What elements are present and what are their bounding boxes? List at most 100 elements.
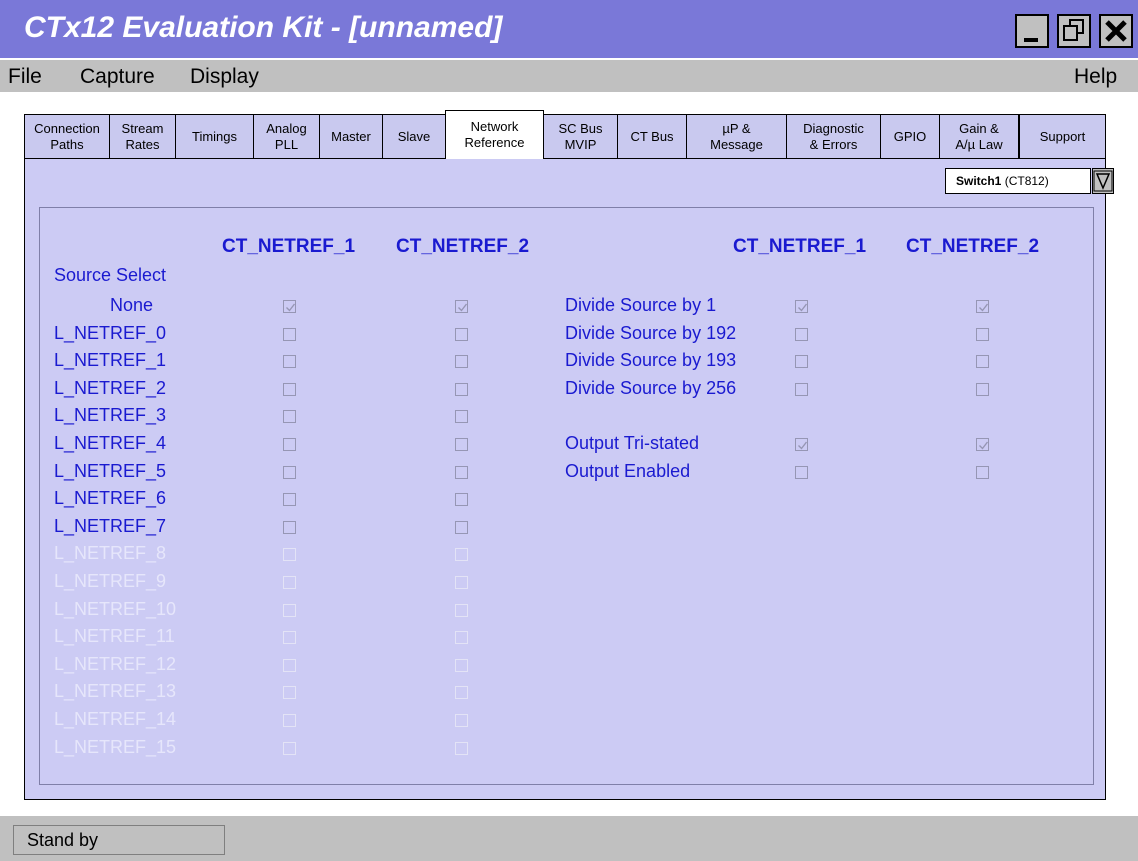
status-bar: Stand by <box>0 816 1138 861</box>
source-ct-netref-1-checkbox[interactable] <box>283 355 296 369</box>
source-ct-netref-2-checkbox[interactable] <box>455 355 468 369</box>
output-ct-netref-2-checkbox[interactable] <box>976 438 989 451</box>
output-label: Output Tri-stated <box>565 433 700 453</box>
device-model: (CT812) <box>1004 174 1049 188</box>
source-label: L_NETREF_1 <box>54 350 167 371</box>
source-label: L_NETREF_11 <box>54 626 175 647</box>
source-ct-netref-1-checkbox <box>283 658 296 672</box>
tab-13[interactable]: Support <box>1019 114 1106 158</box>
title-bar: CTx12 Evaluation Kit - [unnamed] <box>0 0 1138 58</box>
source-label: L_NETREF_14 <box>54 709 177 729</box>
col-head-left-ct-netref-2: CT_NETREF_2 <box>396 236 530 257</box>
check-icon <box>798 303 808 312</box>
source-ct-netref-1-checkbox[interactable] <box>283 382 296 396</box>
tab-9[interactable]: µP & Message <box>686 114 787 158</box>
menu-capture[interactable]: Capture <box>80 65 155 89</box>
source-ct-netref-2-checkbox <box>455 576 468 589</box>
divide-ct-netref-1-checkbox[interactable] <box>795 382 808 396</box>
source-label: L_NETREF_15 <box>54 736 177 757</box>
source-ct-netref-2-checkbox[interactable] <box>455 465 468 479</box>
col-head-right-ct-netref-1: CT_NETREF_1 <box>733 236 867 257</box>
output-ct-netref-2-checkbox[interactable] <box>976 465 989 479</box>
source-ct-netref-2-checkbox <box>455 741 468 755</box>
source-ct-netref-2-checkbox[interactable] <box>455 520 468 534</box>
source-label: L_NETREF_2 <box>54 377 167 398</box>
close-button[interactable] <box>1099 14 1133 48</box>
output-label: Output Enabled <box>565 460 691 481</box>
source-ct-netref-2-checkbox <box>455 631 468 645</box>
tab-11[interactable]: GPIO <box>880 114 940 158</box>
source-label: None <box>110 295 154 315</box>
source-ct-netref-1-checkbox[interactable] <box>283 410 296 424</box>
source-label: L_NETREF_7 <box>54 515 167 536</box>
menu-display[interactable]: Display <box>190 65 259 89</box>
device-dropdown-button[interactable] <box>1092 168 1114 194</box>
settings-frame <box>39 207 1094 785</box>
source-ct-netref-2-checkbox[interactable] <box>455 327 468 341</box>
source-select-label: Source Select <box>54 265 167 285</box>
status-text: Stand by <box>13 825 225 855</box>
check-icon <box>798 441 808 450</box>
divide-label: Divide Source by 192 <box>565 322 737 343</box>
col-head-left-ct-netref-1: CT_NETREF_1 <box>222 236 356 257</box>
tab-12[interactable]: Gain & A/µ Law <box>939 114 1019 158</box>
tab-10[interactable]: Diagnostic & Errors <box>786 114 881 158</box>
source-label: L_NETREF_4 <box>54 433 167 453</box>
restore-icon <box>1063 19 1084 41</box>
source-ct-netref-1-checkbox[interactable] <box>283 520 296 534</box>
divide-label: Divide Source by 193 <box>565 350 737 371</box>
tab-8[interactable]: CT Bus <box>617 114 687 158</box>
source-ct-netref-2-checkbox[interactable] <box>455 410 468 424</box>
menu-file[interactable]: File <box>8 65 42 89</box>
tab-5[interactable]: Slave <box>382 114 446 158</box>
source-ct-netref-1-checkbox[interactable] <box>283 438 296 451</box>
source-ct-netref-1-checkbox[interactable] <box>283 327 296 341</box>
tab-1[interactable]: Stream Rates <box>109 114 176 158</box>
source-ct-netref-1-checkbox[interactable] <box>283 493 296 507</box>
minimize-icon <box>1024 38 1038 42</box>
close-icon <box>1105 20 1127 42</box>
source-ct-netref-2-checkbox <box>455 714 468 727</box>
divide-ct-netref-1-checkbox[interactable] <box>795 327 808 341</box>
divide-ct-netref-2-checkbox[interactable] <box>976 382 989 396</box>
source-ct-netref-1-checkbox[interactable] <box>283 300 296 313</box>
divide-ct-netref-1-checkbox[interactable] <box>795 355 808 369</box>
source-label: L_NETREF_9 <box>54 571 167 591</box>
device-name: Switch1 <box>956 174 1002 188</box>
divide-ct-netref-2-checkbox[interactable] <box>976 300 989 313</box>
tab-2[interactable]: Timings <box>175 114 254 158</box>
col-head-right-ct-netref-2: CT_NETREF_2 <box>906 236 1040 257</box>
divide-ct-netref-2-checkbox[interactable] <box>976 355 989 369</box>
source-ct-netref-2-checkbox[interactable] <box>455 300 468 313</box>
divide-ct-netref-2-checkbox[interactable] <box>976 327 989 341</box>
output-ct-netref-1-checkbox[interactable] <box>795 438 808 451</box>
source-ct-netref-2-checkbox[interactable] <box>455 438 468 451</box>
source-ct-netref-1-checkbox <box>283 576 296 589</box>
window-title: CTx12 Evaluation Kit - [unnamed] <box>24 11 503 44</box>
source-ct-netref-1-checkbox <box>283 631 296 645</box>
menu-help[interactable]: Help <box>1074 65 1117 89</box>
output-ct-netref-1-checkbox[interactable] <box>795 465 808 479</box>
source-label: L_NETREF_10 <box>54 598 177 619</box>
tab-3[interactable]: Analog PLL <box>253 114 320 158</box>
tab-4[interactable]: Master <box>319 114 383 158</box>
tab-7[interactable]: SC Bus MVIP <box>543 114 618 158</box>
source-ct-netref-2-checkbox[interactable] <box>455 382 468 396</box>
source-ct-netref-2-checkbox[interactable] <box>455 493 468 507</box>
tab-6[interactable]: Network Reference <box>445 110 544 159</box>
source-ct-netref-1-checkbox <box>283 686 296 700</box>
triangle-down-icon <box>1093 170 1113 192</box>
tab-0[interactable]: Connection Paths <box>24 114 110 158</box>
source-label: L_NETREF_12 <box>54 653 177 674</box>
minimize-button[interactable] <box>1015 14 1049 48</box>
divide-ct-netref-1-checkbox[interactable] <box>795 300 808 313</box>
check-icon <box>979 303 989 312</box>
restore-button[interactable] <box>1057 14 1091 48</box>
source-ct-netref-2-checkbox <box>455 658 468 672</box>
source-ct-netref-1-checkbox <box>283 714 296 727</box>
source-ct-netref-1-checkbox[interactable] <box>283 465 296 479</box>
source-ct-netref-1-checkbox <box>283 741 296 755</box>
divide-label: Divide Source by 1 <box>565 295 717 315</box>
check-icon <box>979 441 989 450</box>
device-select[interactable]: Switch1 (CT812) <box>945 168 1091 194</box>
